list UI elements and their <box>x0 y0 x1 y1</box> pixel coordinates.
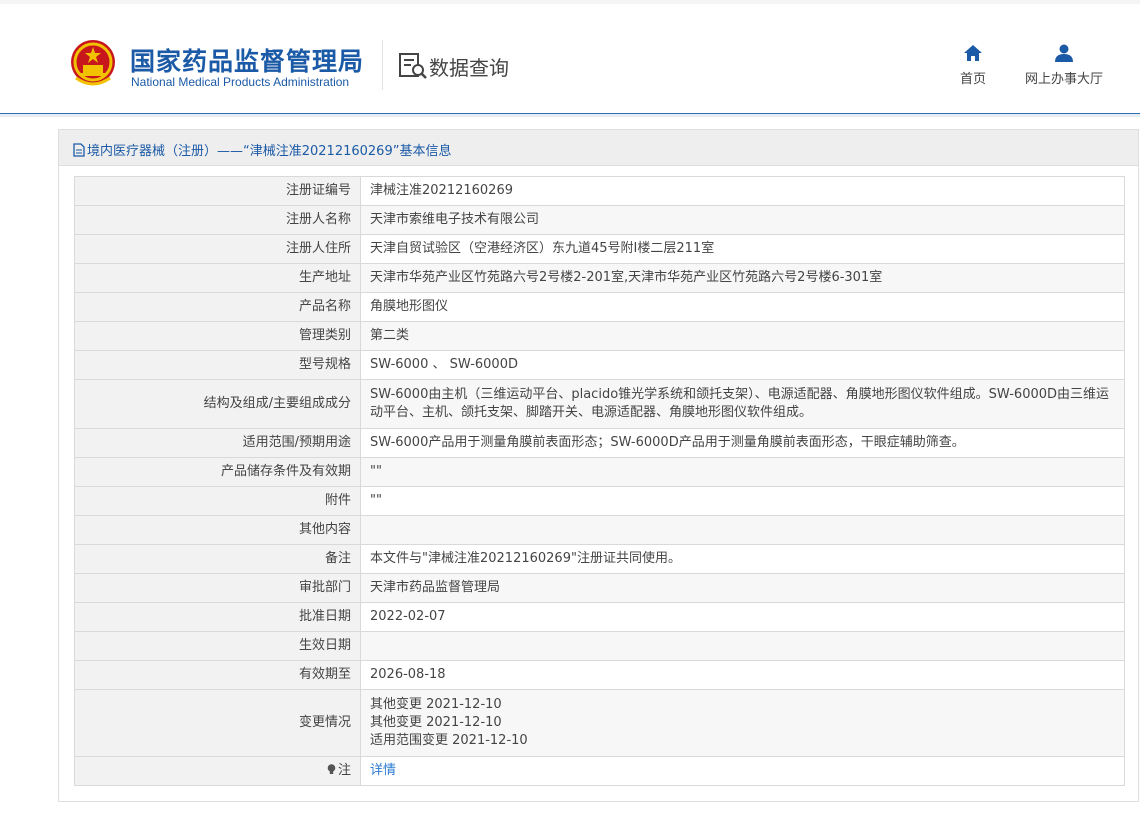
registration-info-table: 注册证编号 津械注准20212160269 注册人名称 天津市索维电子技术有限公司 注册… <box>74 176 1125 786</box>
table-row: 注册人名称 天津市索维电子技术有限公司 <box>74 205 1125 235</box>
field-value: 天津市华苑产业区竹苑路六号2号楼2-201室,天津市华苑产业区竹苑路六号2号楼6… <box>360 263 1125 293</box>
table-row: 生产地址 天津市华苑产业区竹苑路六号2号楼2-201室,天津市华苑产业区竹苑路六号… <box>74 263 1125 293</box>
details-link[interactable]: 详情 <box>370 763 396 778</box>
field-value: SW-6000 、 SW-6000D <box>360 350 1125 380</box>
field-value: 本文件与"津械注准20212160269"注册证共同使用。 <box>360 544 1125 574</box>
data-query-icon <box>399 53 427 79</box>
national-emblem-icon <box>71 40 115 86</box>
header-divider <box>382 40 383 90</box>
field-value: 第二类 <box>360 321 1125 351</box>
field-label: 审批部门 <box>74 573 361 603</box>
field-value: SW-6000产品用于测量角膜前表面形态；SW-6000D产品用于测量角膜前表面… <box>360 428 1125 458</box>
nav-online-hall-label: 网上办事大厅 <box>1024 72 1103 87</box>
bulb-icon <box>327 764 336 774</box>
table-row: 型号规格 SW-6000 、 SW-6000D <box>74 350 1125 380</box>
header-shadow <box>0 114 1140 117</box>
field-value: 角膜地形图仪 <box>360 292 1125 322</box>
table-row: 生效日期 <box>74 631 1125 661</box>
field-label: 型号规格 <box>74 350 361 380</box>
table-row-note: 注 详情 <box>74 756 1125 786</box>
home-icon <box>964 45 982 61</box>
panel-title-text: 境内医疗器械（注册）——“津械注准20212160269”基本信息 <box>87 144 452 159</box>
change-history-item: 其他变更 2021-12-10 <box>370 715 502 730</box>
change-history-item: 其他变更 2021-12-10 <box>370 697 502 712</box>
nav-home[interactable]: 首页 <box>950 44 996 87</box>
section-title: 数据查询 <box>429 56 509 80</box>
site-header: 国家药品监督管理局 National Medical Products Admi… <box>0 0 1140 114</box>
org-name-en: National Medical Products Administration <box>131 75 350 89</box>
table-row: 其他内容 <box>74 515 1125 545</box>
field-value: "" <box>360 486 1125 516</box>
field-value: SW-6000由主机（三维运动平台、placido锥光学系统和颌托支架）、电源适… <box>360 379 1125 429</box>
field-value: 天津市索维电子技术有限公司 <box>360 205 1125 235</box>
table-row: 有效期至 2026-08-18 <box>74 660 1125 690</box>
field-value <box>360 515 1125 545</box>
table-row: 注册人住所 天津自贸试验区（空港经济区）东九道45号附I楼二层211室 <box>74 234 1125 264</box>
field-value: 天津自贸试验区（空港经济区）东九道45号附I楼二层211室 <box>360 234 1125 264</box>
nav-online-hall[interactable]: 网上办事大厅 <box>1018 44 1110 87</box>
field-label: 适用范围/预期用途 <box>74 428 361 458</box>
field-value: 2022-02-07 <box>360 602 1125 632</box>
panel-title: 境内医疗器械（注册）——“津械注准20212160269”基本信息 <box>73 140 451 159</box>
change-history-list: 其他变更 2021-12-10 其他变更 2021-12-10 适用范围变更 202… <box>360 689 1125 757</box>
table-row: 产品名称 角膜地形图仪 <box>74 292 1125 322</box>
table-row: 产品储存条件及有效期 "" <box>74 457 1125 487</box>
field-value: 天津市药品监督管理局 <box>360 573 1125 603</box>
field-label: 备注 <box>74 544 361 574</box>
field-label: 管理类别 <box>74 321 361 351</box>
field-value <box>360 631 1125 661</box>
detail-panel: 境内医疗器械（注册）——“津械注准20212160269”基本信息 注册证编号津… <box>58 129 1139 802</box>
field-label: 生效日期 <box>74 631 361 661</box>
table-row: 注册证编号 津械注准20212160269 <box>74 176 1125 206</box>
table-row: 适用范围/预期用途 SW-6000产品用于测量角膜前表面形态；SW-6000D产品… <box>74 428 1125 458</box>
user-icon <box>1055 44 1073 62</box>
field-value: 2026-08-18 <box>360 660 1125 690</box>
note-value-cell: 详情 <box>360 756 1125 786</box>
field-label: 注册证编号 <box>74 176 361 206</box>
table-row: 结构及组成/主要组成成分 SW-6000由主机（三维运动平台、placido锥光学… <box>74 379 1125 429</box>
field-label: 产品名称 <box>74 292 361 322</box>
field-label: 产品储存条件及有效期 <box>74 457 361 487</box>
field-label: 批准日期 <box>74 602 361 632</box>
field-value: "" <box>360 457 1125 487</box>
field-label: 结构及组成/主要组成成分 <box>74 379 361 429</box>
field-label: 附件 <box>74 486 361 516</box>
document-icon <box>73 143 85 157</box>
table-row-changes: 变更情况 其他变更 2021-12-10 其他变更 2021-12-10 适用范围变更… <box>74 689 1125 757</box>
table-row: 批准日期 2022-02-07 <box>74 602 1125 632</box>
table-row: 管理类别 第二类 <box>74 321 1125 351</box>
note-label-cell: 注 <box>74 756 361 786</box>
field-label: 变更情况 <box>74 689 361 757</box>
org-name-cn: 国家药品监督管理局 <box>130 47 365 76</box>
table-row: 附件 "" <box>74 486 1125 516</box>
field-label: 注册人住所 <box>74 234 361 264</box>
change-history-item: 适用范围变更 2021-12-10 <box>370 733 528 748</box>
field-label: 注册人名称 <box>74 205 361 235</box>
table-row: 备注 本文件与"津械注准20212160269"注册证共同使用。 <box>74 544 1125 574</box>
table-row: 审批部门 天津市药品监督管理局 <box>74 573 1125 603</box>
nav-home-label: 首页 <box>959 72 986 87</box>
panel-header: 境内医疗器械（注册）——“津械注准20212160269”基本信息 <box>59 130 1138 166</box>
field-label: 生产地址 <box>74 263 361 293</box>
note-label: 注 <box>337 763 351 778</box>
field-label: 有效期至 <box>74 660 361 690</box>
field-value: 津械注准20212160269 <box>360 176 1125 206</box>
field-label: 其他内容 <box>74 515 361 545</box>
